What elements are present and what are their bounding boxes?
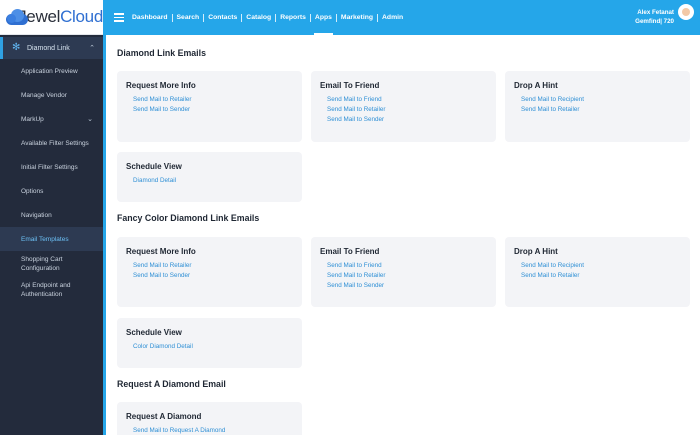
topnav-apps[interactable]: Apps: [311, 0, 336, 35]
topnav-search[interactable]: Search: [173, 0, 204, 35]
link-send-mail-recipient[interactable]: Send Mail to Recipient: [521, 96, 584, 103]
link-send-mail-sender[interactable]: Send Mail to Sender: [327, 116, 384, 123]
link-send-mail-friend[interactable]: Send Mail to Friend: [327, 96, 382, 103]
chevron-down-icon: ⌄: [87, 116, 93, 123]
card-schedule-view: Schedule View Diamond Detail: [117, 152, 302, 202]
chevron-up-icon: ⌃: [89, 45, 95, 52]
card-request-more-info: Request More Info Send Mail to Retailer …: [117, 237, 302, 307]
top-nav-menu: Dashboard Search Contacts Catalog Report…: [128, 0, 407, 35]
card-drop-a-hint: Drop A Hint Send Mail to Recipient Send …: [505, 71, 690, 142]
gear-icon: ✻: [12, 42, 21, 53]
sidebar: JewelCloud ✻ Diamond Link ⌃ Application …: [0, 0, 103, 435]
section-title-diamond-link-emails: Diamond Link Emails: [117, 48, 206, 58]
topnav-reports[interactable]: Reports: [276, 0, 310, 35]
section-title-fancy-color-emails: Fancy Color Diamond Link Emails: [117, 213, 260, 223]
link-send-mail-sender[interactable]: Send Mail to Sender: [133, 106, 190, 113]
link-send-mail-retailer[interactable]: Send Mail to Retailer: [133, 262, 191, 269]
sidebar-item-application-preview[interactable]: Application Preview: [0, 59, 103, 83]
link-send-mail-retailer[interactable]: Send Mail to Retailer: [327, 106, 385, 113]
link-send-mail-sender[interactable]: Send Mail to Sender: [327, 282, 384, 289]
card-title: Schedule View: [126, 162, 182, 171]
card-email-to-friend: Email To Friend Send Mail to Friend Send…: [311, 237, 496, 307]
sidebar-item-options[interactable]: Options: [0, 179, 103, 203]
card-schedule-view: Schedule View Color Diamond Detail: [117, 318, 302, 368]
link-diamond-detail[interactable]: Diamond Detail: [133, 177, 176, 184]
sidebar-item-markup[interactable]: MarkUp ⌄: [0, 107, 103, 131]
link-send-mail-retailer[interactable]: Send Mail to Retailer: [327, 272, 385, 279]
link-send-mail-retailer[interactable]: Send Mail to Retailer: [521, 272, 579, 279]
card-title: Email To Friend: [320, 81, 380, 90]
avatar[interactable]: [678, 4, 694, 20]
brand-name: JewelCloud: [18, 7, 103, 26]
section-title-request-a-diamond-email: Request A Diamond Email: [117, 379, 226, 389]
link-send-mail-friend[interactable]: Send Mail to Friend: [327, 262, 382, 269]
main-content: Diamond Link Emails Request More Info Se…: [103, 35, 700, 435]
cloud-logo-icon: [4, 6, 28, 28]
card-drop-a-hint: Drop A Hint Send Mail to Recipient Send …: [505, 237, 690, 307]
card-title: Request More Info: [126, 247, 196, 256]
sidebar-parent-label: Diamond Link: [27, 44, 70, 52]
link-send-mail-retailer[interactable]: Send Mail to Retailer: [521, 106, 579, 113]
top-navigation-bar: Dashboard Search Contacts Catalog Report…: [103, 0, 700, 35]
link-send-mail-sender[interactable]: Send Mail to Sender: [133, 272, 190, 279]
link-send-mail-retailer[interactable]: Send Mail to Retailer: [133, 96, 191, 103]
sidebar-item-email-templates[interactable]: Email Templates: [0, 227, 103, 251]
sidebar-item-initial-filter-settings[interactable]: Initial Filter Settings: [0, 155, 103, 179]
topnav-catalog[interactable]: Catalog: [242, 0, 275, 35]
sidebar-item-shopping-cart-configuration[interactable]: Shopping Cart Configuration: [0, 251, 103, 277]
sidebar-item-navigation[interactable]: Navigation: [0, 203, 103, 227]
topnav-dashboard[interactable]: Dashboard: [128, 0, 172, 35]
sidebar-item-diamond-link[interactable]: ✻ Diamond Link ⌃: [0, 37, 103, 59]
card-title: Schedule View: [126, 328, 182, 337]
link-send-mail-recipient[interactable]: Send Mail to Recipient: [521, 262, 584, 269]
card-title: Email To Friend: [320, 247, 380, 256]
topnav-contacts[interactable]: Contacts: [204, 0, 241, 35]
card-title: Drop A Hint: [514, 247, 558, 256]
user-info[interactable]: Alex Fetanat Gemfind| 720: [635, 8, 674, 26]
user-name: Alex Fetanat: [637, 9, 674, 16]
card-request-a-diamond: Request A Diamond Send Mail to Request A…: [117, 402, 302, 435]
sidebar-item-api-endpoint[interactable]: Api Endpoint and Authentication: [0, 277, 103, 303]
brand-logo[interactable]: JewelCloud: [0, 0, 103, 35]
sidebar-item-manage-vendor[interactable]: Manage Vendor: [0, 83, 103, 107]
card-title: Request More Info: [126, 81, 196, 90]
card-title: Request A Diamond: [126, 412, 202, 421]
card-request-more-info: Request More Info Send Mail to Retailer …: [117, 71, 302, 142]
card-email-to-friend: Email To Friend Send Mail to Friend Send…: [311, 71, 496, 142]
link-send-mail-request-a-diamond[interactable]: Send Mail to Request A Diamond: [133, 427, 225, 434]
topnav-marketing[interactable]: Marketing: [337, 0, 377, 35]
sidebar-item-available-filter-settings[interactable]: Available Filter Settings: [0, 131, 103, 155]
topnav-admin[interactable]: Admin: [378, 0, 407, 35]
hamburger-menu-icon[interactable]: [114, 13, 124, 22]
card-title: Drop A Hint: [514, 81, 558, 90]
link-color-diamond-detail[interactable]: Color Diamond Detail: [133, 343, 193, 350]
user-company: Gemfind| 720: [635, 18, 674, 25]
